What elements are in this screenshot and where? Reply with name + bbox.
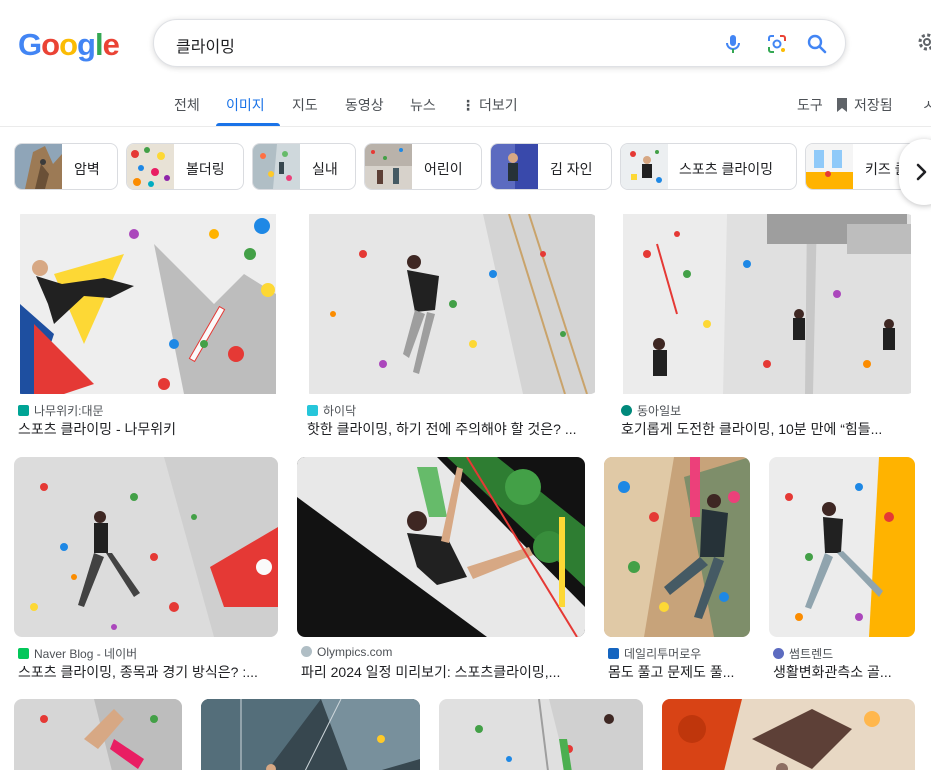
result-source[interactable]: 썸트렌드 bbox=[773, 645, 915, 662]
chip-label: 실내 bbox=[312, 161, 338, 177]
saved-button[interactable]: 저장됨 bbox=[836, 95, 893, 115]
search-tabs: 전체 이미지 지도 동영상 뉴스 ⋮ 더보기 도구 저장됨 ㅅ bbox=[0, 85, 931, 127]
chip-thumbnail bbox=[127, 144, 174, 189]
image-result[interactable]: 동아일보 호기롭게 도전한 클라이밍, 10분 만에 “힘들... bbox=[617, 214, 917, 439]
chip-sport-climbing[interactable]: 스포츠 클라이밍 bbox=[620, 143, 797, 190]
olympics-favicon bbox=[301, 646, 312, 657]
google-logo[interactable]: Google bbox=[18, 27, 120, 63]
result-thumbnail[interactable] bbox=[604, 457, 750, 637]
result-thumbnail[interactable] bbox=[303, 214, 598, 394]
logo-letter: o bbox=[41, 27, 60, 62]
result-title[interactable]: 몸도 풀고 문제도 풀... bbox=[608, 662, 750, 682]
account-tab-partial[interactable]: ㅅ bbox=[922, 95, 931, 115]
result-thumbnail[interactable] bbox=[14, 457, 278, 637]
tab-videos[interactable]: 동영상 bbox=[345, 95, 384, 115]
chip-label: 어린이 bbox=[424, 161, 463, 177]
chip-thumbnail bbox=[365, 144, 412, 189]
tab-maps[interactable]: 지도 bbox=[292, 95, 318, 115]
search-input[interactable]: 클라이밍 bbox=[176, 33, 235, 57]
chip-bouldering[interactable]: 볼더링 bbox=[126, 143, 244, 190]
chip-indoor[interactable]: 실내 bbox=[252, 143, 356, 190]
search-icon[interactable] bbox=[805, 32, 829, 56]
result-source[interactable]: 하이닥 bbox=[307, 402, 592, 419]
lens-icon[interactable] bbox=[765, 32, 789, 56]
image-result[interactable]: Olympics.com 파리 2024 일정 미리보기: 스포츠클라이밍,..… bbox=[297, 457, 587, 682]
result-thumbnail[interactable] bbox=[617, 214, 915, 394]
result-thumbnail[interactable] bbox=[14, 699, 182, 770]
result-title[interactable]: 핫한 클라이밍, 하기 전에 주의해야 할 것은? ... bbox=[307, 419, 597, 439]
logo-letter: l bbox=[94, 27, 104, 62]
chip-label: 김 자인 bbox=[550, 161, 593, 177]
image-result[interactable]: Naver Blog - 네이버 스포츠 클라이밍, 종목과 경기 방식은? :… bbox=[14, 457, 278, 682]
result-source-label: 데일리투머로우 bbox=[624, 647, 702, 661]
result-source-label: Naver Blog - 네이버 bbox=[34, 647, 138, 661]
bookmark-icon bbox=[836, 97, 848, 113]
search-box[interactable]: 클라이밍 bbox=[153, 19, 846, 67]
result-source[interactable]: Olympics.com bbox=[301, 645, 583, 659]
donga-favicon bbox=[621, 405, 632, 416]
logo-letter: g bbox=[77, 27, 96, 62]
microphone-icon[interactable] bbox=[721, 32, 745, 56]
result-source[interactable]: 데일리투머로우 bbox=[608, 645, 750, 662]
tab-more-label: 더보기 bbox=[479, 97, 518, 113]
result-thumbnail[interactable] bbox=[297, 457, 585, 637]
result-thumbnail[interactable] bbox=[201, 699, 420, 770]
result-source-label: 썸트렌드 bbox=[789, 647, 834, 661]
chip-scroll-next-button[interactable] bbox=[899, 139, 931, 205]
chip-thumbnail bbox=[253, 144, 300, 189]
logo-letter: e bbox=[102, 27, 120, 62]
logo-letter: o bbox=[59, 27, 78, 62]
naver-blog-favicon bbox=[18, 648, 29, 659]
image-result[interactable] bbox=[14, 699, 182, 770]
result-title[interactable]: 스포츠 클라이밍, 종목과 경기 방식은? :... bbox=[18, 662, 276, 682]
tools-button[interactable]: 도구 bbox=[797, 95, 823, 115]
result-thumbnail[interactable] bbox=[769, 457, 915, 637]
image-result[interactable] bbox=[439, 699, 643, 770]
chip-kim-jain[interactable]: 김 자인 bbox=[490, 143, 612, 190]
chip-thumbnail bbox=[15, 144, 62, 189]
result-thumbnail[interactable] bbox=[439, 699, 643, 770]
result-source-label: 동아일보 bbox=[637, 404, 682, 418]
active-tab-indicator bbox=[216, 123, 280, 126]
chip-label: 볼더링 bbox=[186, 161, 225, 177]
result-thumbnail[interactable] bbox=[14, 214, 284, 394]
chip-thumbnail bbox=[491, 144, 538, 189]
result-title[interactable]: 스포츠 클라이밍 - 나무위키 bbox=[18, 419, 280, 439]
image-result[interactable]: 썸트렌드 생활변화관측소 골... bbox=[769, 457, 915, 682]
result-source[interactable]: Naver Blog - 네이버 bbox=[18, 645, 274, 662]
tab-more[interactable]: ⋮ 더보기 bbox=[461, 95, 518, 115]
hidoc-favicon bbox=[307, 405, 318, 416]
image-result[interactable]: 나무위키:대문 스포츠 클라이밍 - 나무위키 bbox=[14, 214, 284, 439]
result-source[interactable]: 나무위키:대문 bbox=[18, 402, 278, 419]
chip-kids[interactable]: 어린이 bbox=[364, 143, 482, 190]
image-result[interactable] bbox=[201, 699, 420, 770]
chip-thumbnail bbox=[806, 144, 853, 189]
result-source[interactable]: 동아일보 bbox=[621, 402, 911, 419]
image-result[interactable] bbox=[662, 699, 915, 770]
dailytomorrow-favicon bbox=[608, 648, 619, 659]
tab-images[interactable]: 이미지 bbox=[226, 95, 265, 115]
image-result[interactable]: 하이닥 핫한 클라이밍, 하기 전에 주의해야 할 것은? ... bbox=[303, 214, 598, 439]
sometrend-favicon bbox=[773, 648, 784, 659]
chip-label: 스포츠 클라이밍 bbox=[679, 161, 774, 177]
chip-rock[interactable]: 암벽 bbox=[14, 143, 118, 190]
result-title[interactable]: 파리 2024 일정 미리보기: 스포츠클라이밍,... bbox=[301, 662, 583, 682]
tab-all[interactable]: 전체 bbox=[174, 95, 200, 115]
logo-letter: G bbox=[18, 27, 42, 62]
saved-label: 저장됨 bbox=[854, 97, 893, 113]
result-source-label: 하이닥 bbox=[323, 404, 357, 418]
result-thumbnail[interactable] bbox=[662, 699, 915, 770]
result-source-label: Olympics.com bbox=[317, 645, 393, 659]
namuwiki-favicon bbox=[18, 405, 29, 416]
result-title[interactable]: 호기롭게 도전한 클라이밍, 10분 만에 “힘들... bbox=[621, 419, 911, 439]
result-source-label: 나무위키:대문 bbox=[34, 404, 104, 418]
result-title[interactable]: 생활변화관측소 골... bbox=[773, 662, 915, 682]
tab-news[interactable]: 뉴스 bbox=[410, 95, 436, 115]
chip-label: 암벽 bbox=[74, 161, 100, 177]
chip-thumbnail bbox=[621, 144, 668, 189]
gear-icon[interactable] bbox=[915, 30, 931, 54]
image-result[interactable]: 데일리투머로우 몸도 풀고 문제도 풀... bbox=[604, 457, 750, 682]
more-vert-icon: ⋮ bbox=[461, 97, 475, 113]
